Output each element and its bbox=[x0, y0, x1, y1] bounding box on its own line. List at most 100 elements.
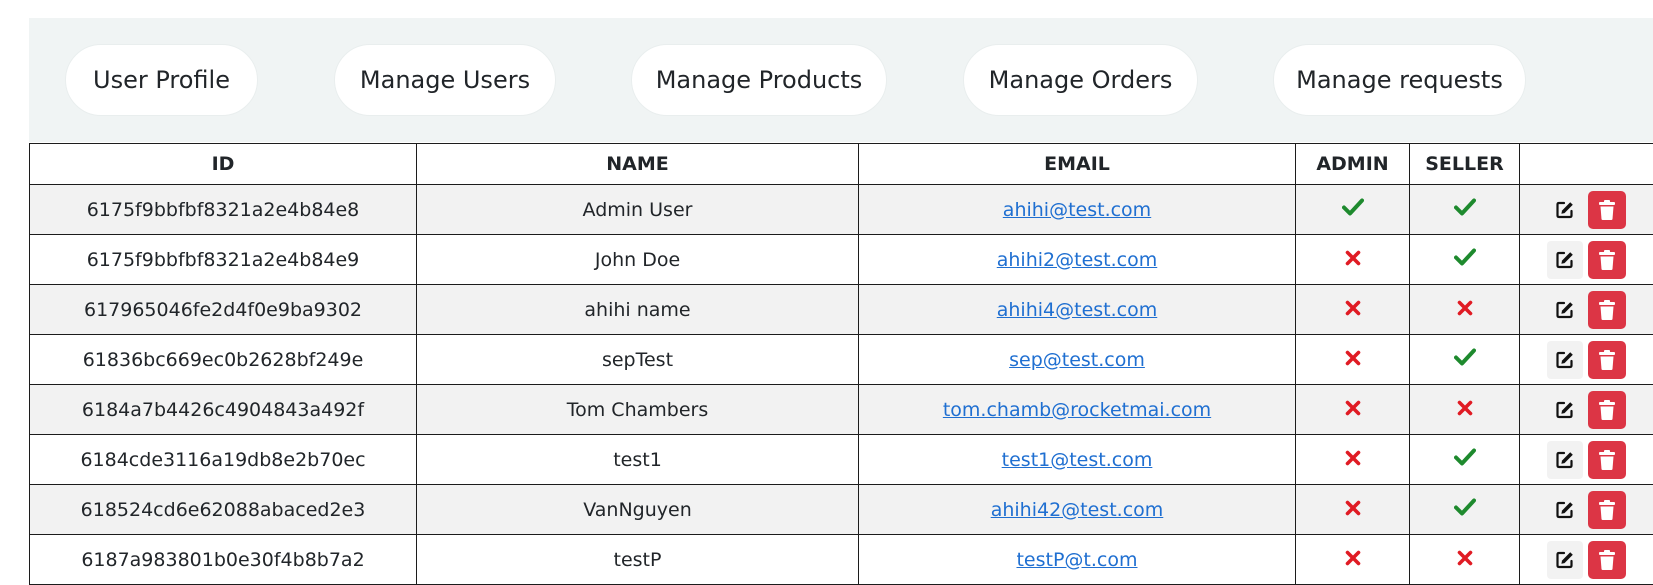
edit-icon bbox=[1555, 350, 1575, 370]
user-id-cell: 6175f9bbfbf8321a2e4b84e8 bbox=[30, 185, 417, 235]
email-link[interactable]: ahihi@test.com bbox=[1003, 199, 1151, 221]
trash-icon bbox=[1598, 299, 1616, 321]
column-header-id: ID bbox=[30, 144, 417, 185]
times-icon bbox=[1345, 299, 1361, 321]
email-link[interactable]: ahihi2@test.com bbox=[997, 249, 1157, 271]
delete-user-button[interactable] bbox=[1588, 341, 1626, 379]
row-actions bbox=[1520, 491, 1653, 529]
seller-cell bbox=[1410, 185, 1520, 235]
delete-user-button[interactable] bbox=[1588, 441, 1626, 479]
edit-user-button[interactable] bbox=[1547, 341, 1583, 379]
email-link[interactable]: ahihi4@test.com bbox=[997, 299, 1157, 321]
email-link[interactable]: tom.chamb@rocketmai.com bbox=[943, 399, 1211, 421]
admin-cell bbox=[1296, 335, 1410, 385]
email-link[interactable]: sep@test.com bbox=[1009, 349, 1145, 371]
delete-user-button[interactable] bbox=[1588, 291, 1626, 329]
table-row: 6187a983801b0e30f4b8b7a2testPtestP@t.com bbox=[30, 535, 1653, 585]
table-row: 6184cde3116a19db8e2b70ectest1test1@test.… bbox=[30, 435, 1653, 485]
times-icon bbox=[1345, 549, 1361, 571]
row-actions bbox=[1520, 341, 1653, 379]
delete-user-button[interactable] bbox=[1588, 541, 1626, 579]
trash-icon bbox=[1598, 249, 1616, 271]
edit-icon bbox=[1555, 450, 1575, 470]
user-email-cell: test1@test.com bbox=[859, 435, 1296, 485]
delete-user-button[interactable] bbox=[1588, 491, 1626, 529]
seller-cell bbox=[1410, 535, 1520, 585]
actions-cell bbox=[1520, 435, 1653, 485]
tab-manage-users[interactable]: Manage Users bbox=[334, 44, 556, 116]
tab-user-profile[interactable]: User Profile bbox=[65, 44, 258, 116]
actions-cell bbox=[1520, 285, 1653, 335]
edit-user-button[interactable] bbox=[1547, 291, 1583, 329]
actions-cell bbox=[1520, 335, 1653, 385]
column-header-actions bbox=[1520, 144, 1653, 185]
user-id-cell: 6175f9bbfbf8321a2e4b84e9 bbox=[30, 235, 417, 285]
actions-cell bbox=[1520, 235, 1653, 285]
row-actions bbox=[1520, 191, 1653, 229]
row-actions bbox=[1520, 391, 1653, 429]
trash-icon bbox=[1598, 349, 1616, 371]
user-email-cell: sep@test.com bbox=[859, 335, 1296, 385]
admin-cell bbox=[1296, 435, 1410, 485]
check-icon bbox=[1454, 198, 1476, 221]
user-name-cell: sepTest bbox=[417, 335, 859, 385]
times-icon bbox=[1345, 399, 1361, 421]
actions-cell bbox=[1520, 535, 1653, 585]
user-email-cell: ahihi4@test.com bbox=[859, 285, 1296, 335]
times-icon bbox=[1457, 299, 1473, 321]
user-name-cell: VanNguyen bbox=[417, 485, 859, 535]
user-id-cell: 6184a7b4426c4904843a492f bbox=[30, 385, 417, 435]
edit-user-button[interactable] bbox=[1547, 391, 1583, 429]
user-id-cell: 617965046fe2d4f0e9ba9302 bbox=[30, 285, 417, 335]
edit-user-button[interactable] bbox=[1547, 191, 1583, 229]
check-icon bbox=[1454, 348, 1476, 371]
edit-user-button[interactable] bbox=[1547, 441, 1583, 479]
delete-user-button[interactable] bbox=[1588, 241, 1626, 279]
users-table: ID NAME EMAIL ADMIN SELLER 6175f9bbfbf83… bbox=[29, 143, 1653, 585]
times-icon bbox=[1345, 249, 1361, 271]
edit-icon bbox=[1555, 550, 1575, 570]
admin-cell bbox=[1296, 385, 1410, 435]
edit-user-button[interactable] bbox=[1547, 541, 1583, 579]
edit-icon bbox=[1555, 400, 1575, 420]
edit-user-button[interactable] bbox=[1547, 491, 1583, 529]
row-actions bbox=[1520, 291, 1653, 329]
column-header-email: EMAIL bbox=[859, 144, 1296, 185]
tab-manage-products[interactable]: Manage Products bbox=[631, 44, 887, 116]
times-icon bbox=[1345, 349, 1361, 371]
seller-cell bbox=[1410, 285, 1520, 335]
delete-user-button[interactable] bbox=[1588, 391, 1626, 429]
times-icon bbox=[1457, 399, 1473, 421]
seller-cell bbox=[1410, 435, 1520, 485]
edit-user-button[interactable] bbox=[1547, 241, 1583, 279]
delete-user-button[interactable] bbox=[1588, 191, 1626, 229]
tab-manage-requests[interactable]: Manage requests bbox=[1273, 44, 1526, 116]
email-link[interactable]: testP@t.com bbox=[1016, 549, 1137, 571]
seller-cell bbox=[1410, 235, 1520, 285]
row-actions bbox=[1520, 541, 1653, 579]
edit-icon bbox=[1555, 250, 1575, 270]
edit-icon bbox=[1555, 500, 1575, 520]
table-header-row: ID NAME EMAIL ADMIN SELLER bbox=[30, 144, 1653, 185]
tab-manage-orders[interactable]: Manage Orders bbox=[963, 44, 1198, 116]
times-icon bbox=[1345, 499, 1361, 521]
email-link[interactable]: ahihi42@test.com bbox=[991, 499, 1164, 521]
email-link[interactable]: test1@test.com bbox=[1002, 449, 1153, 471]
admin-cell bbox=[1296, 485, 1410, 535]
column-header-admin: ADMIN bbox=[1296, 144, 1410, 185]
trash-icon bbox=[1598, 199, 1616, 221]
trash-icon bbox=[1598, 549, 1616, 571]
actions-cell bbox=[1520, 185, 1653, 235]
column-header-seller: SELLER bbox=[1410, 144, 1520, 185]
user-email-cell: ahihi@test.com bbox=[859, 185, 1296, 235]
seller-cell bbox=[1410, 485, 1520, 535]
user-id-cell: 618524cd6e62088abaced2e3 bbox=[30, 485, 417, 535]
user-email-cell: ahihi42@test.com bbox=[859, 485, 1296, 535]
table-row: 618524cd6e62088abaced2e3VanNguyen ahihi42… bbox=[30, 485, 1653, 535]
user-email-cell: tom.chamb@rocketmai.com bbox=[859, 385, 1296, 435]
table-row: 617965046fe2d4f0e9ba9302ahihi nameahihi4… bbox=[30, 285, 1653, 335]
admin-cell bbox=[1296, 535, 1410, 585]
trash-icon bbox=[1598, 449, 1616, 471]
admin-cell bbox=[1296, 185, 1410, 235]
admin-cell bbox=[1296, 235, 1410, 285]
